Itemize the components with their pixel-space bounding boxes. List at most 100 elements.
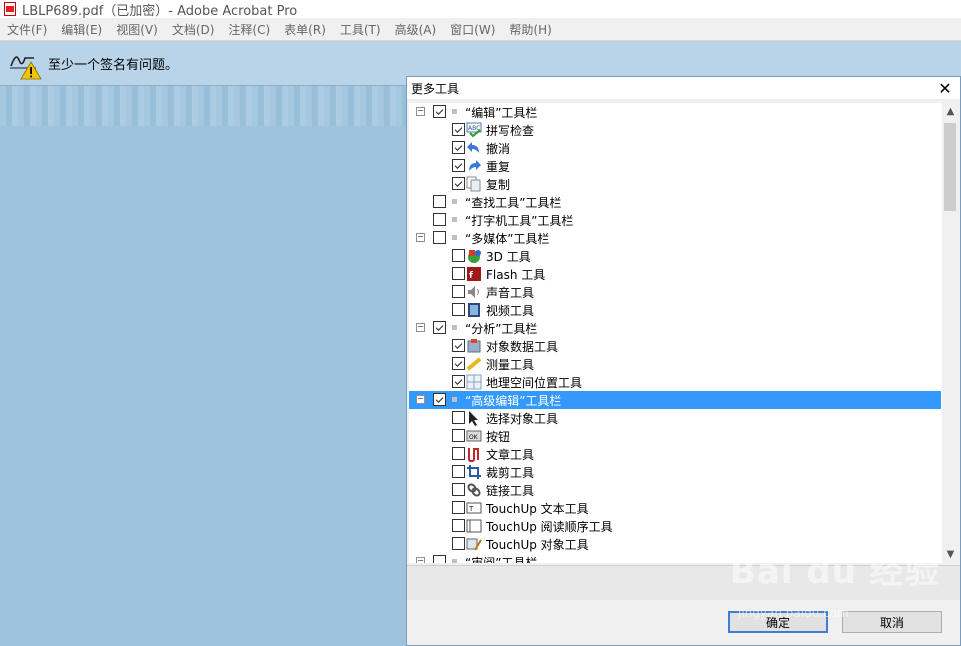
toolbar-group-row[interactable]: “打字机工具”工具栏 bbox=[409, 211, 941, 229]
tool-label: 视频工具 bbox=[486, 304, 535, 318]
touchup-text-icon: T bbox=[466, 500, 482, 516]
tool-row[interactable]: TouchUp 阅读顺序工具 bbox=[409, 517, 941, 535]
title-bar: LBLP689.pdf（已加密）- Adobe Acrobat Pro bbox=[0, 0, 961, 19]
select-object-icon bbox=[466, 410, 482, 426]
tool-row[interactable]: 视频工具 bbox=[409, 301, 941, 319]
tool-label: “高级编辑”工具栏 bbox=[465, 394, 562, 408]
collapse-icon[interactable]: − bbox=[416, 233, 425, 242]
tools-tree[interactable]: − “编辑”工具栏 ABC 拼写检查 撤消重复 复制 “查找工具”工具栏 “打字机工具”工具栏… bbox=[409, 103, 959, 563]
object-data-icon bbox=[466, 338, 482, 354]
tool-label: “查找工具”工具栏 bbox=[465, 196, 562, 210]
toolbar-group-row[interactable]: − “多媒体”工具栏 bbox=[409, 229, 941, 247]
tool-row[interactable]: 重复 bbox=[409, 157, 941, 175]
tool-checkbox[interactable] bbox=[452, 339, 465, 352]
flash-icon: f bbox=[466, 266, 482, 282]
toolbar-group-row[interactable]: − “分析”工具栏 bbox=[409, 319, 941, 337]
menu-bar: 文件(F) 编辑(E) 视图(V) 文档(D) 注释(C) 表单(R) 工具(T… bbox=[0, 18, 961, 41]
tool-checkbox[interactable] bbox=[452, 249, 465, 262]
collapse-icon[interactable]: − bbox=[416, 323, 425, 332]
menu-window[interactable]: 窗口(W) bbox=[443, 21, 502, 38]
tool-checkbox[interactable] bbox=[452, 429, 465, 442]
tool-checkbox[interactable] bbox=[452, 357, 465, 370]
tool-checkbox[interactable] bbox=[433, 555, 446, 563]
tool-label: 测量工具 bbox=[486, 358, 535, 372]
toolbar-group-row[interactable]: − “编辑”工具栏 bbox=[409, 103, 941, 121]
pdf-file-icon bbox=[4, 2, 16, 16]
menu-comments[interactable]: 注释(C) bbox=[221, 21, 277, 38]
tool-checkbox[interactable] bbox=[452, 465, 465, 478]
tool-row[interactable]: 链接工具 bbox=[409, 481, 941, 499]
tool-checkbox[interactable] bbox=[433, 393, 446, 406]
menu-tools[interactable]: 工具(T) bbox=[333, 21, 388, 38]
tool-label: 按钮 bbox=[486, 430, 511, 444]
scroll-down-arrow-icon[interactable]: ▼ bbox=[942, 546, 959, 563]
tool-row[interactable]: 裁剪工具 bbox=[409, 463, 941, 481]
menu-advanced[interactable]: 高级(A) bbox=[388, 21, 444, 38]
tool-checkbox[interactable] bbox=[433, 231, 446, 244]
dialog-header: 更多工具 ✕ bbox=[407, 77, 960, 100]
tool-row[interactable]: ABC 拼写检查 bbox=[409, 121, 941, 139]
tool-checkbox[interactable] bbox=[433, 213, 446, 226]
tool-checkbox[interactable] bbox=[452, 285, 465, 298]
tool-label: 文章工具 bbox=[486, 448, 535, 462]
article-icon bbox=[466, 446, 482, 462]
close-icon[interactable]: ✕ bbox=[934, 77, 956, 99]
cancel-button[interactable]: 取消 bbox=[842, 611, 942, 633]
tool-label: “多媒体”工具栏 bbox=[465, 232, 550, 246]
tool-row[interactable]: T TouchUp 文本工具 bbox=[409, 499, 941, 517]
tool-row[interactable]: 复制 bbox=[409, 175, 941, 193]
tool-row[interactable]: 地理空间位置工具 bbox=[409, 373, 941, 391]
scroll-thumb[interactable] bbox=[944, 123, 956, 211]
tool-checkbox[interactable] bbox=[452, 501, 465, 514]
menu-document[interactable]: 文档(D) bbox=[165, 21, 222, 38]
tool-checkbox[interactable] bbox=[433, 105, 446, 118]
tool-checkbox[interactable] bbox=[452, 159, 465, 172]
tool-row[interactable]: 对象数据工具 bbox=[409, 337, 941, 355]
redo-icon bbox=[466, 158, 482, 174]
tool-label: TouchUp 文本工具 bbox=[486, 502, 589, 516]
collapse-icon[interactable]: − bbox=[416, 395, 425, 404]
svg-text:T: T bbox=[468, 505, 474, 513]
toolbar-bullet-icon bbox=[452, 325, 457, 330]
menu-file[interactable]: 文件(F) bbox=[0, 21, 54, 38]
tool-checkbox[interactable] bbox=[452, 303, 465, 316]
tool-checkbox[interactable] bbox=[452, 447, 465, 460]
tool-row[interactable]: 测量工具 bbox=[409, 355, 941, 373]
tool-checkbox[interactable] bbox=[433, 321, 446, 334]
vertical-scrollbar[interactable]: ▲ ▼ bbox=[942, 103, 959, 563]
signature-warning-icon bbox=[8, 46, 42, 80]
tool-checkbox[interactable] bbox=[452, 267, 465, 280]
tool-label: 选择对象工具 bbox=[486, 412, 559, 426]
tool-checkbox[interactable] bbox=[452, 177, 465, 190]
tool-row[interactable]: OK 按钮 bbox=[409, 427, 941, 445]
tool-row[interactable]: 选择对象工具 bbox=[409, 409, 941, 427]
tool-checkbox[interactable] bbox=[452, 141, 465, 154]
tool-row[interactable]: f Flash 工具 bbox=[409, 265, 941, 283]
tool-label: 3D 工具 bbox=[486, 250, 531, 264]
tool-checkbox[interactable] bbox=[452, 519, 465, 532]
scroll-up-arrow-icon[interactable]: ▲ bbox=[942, 103, 959, 120]
toolbar-bullet-icon bbox=[452, 199, 457, 204]
tool-label: 裁剪工具 bbox=[486, 466, 535, 480]
tool-checkbox[interactable] bbox=[452, 375, 465, 388]
tool-checkbox[interactable] bbox=[452, 537, 465, 550]
tool-label: 重复 bbox=[486, 160, 511, 174]
tool-checkbox[interactable] bbox=[452, 411, 465, 424]
toolbar-group-row[interactable]: “查找工具”工具栏 bbox=[409, 193, 941, 211]
menu-forms[interactable]: 表单(R) bbox=[277, 21, 333, 38]
toolbar-group-row[interactable]: − “高级编辑”工具栏 bbox=[409, 391, 941, 409]
blurred-toolbar-area bbox=[0, 86, 406, 126]
tool-row[interactable]: 撤消 bbox=[409, 139, 941, 157]
tool-row[interactable]: 3D 工具 bbox=[409, 247, 941, 265]
geo-icon bbox=[466, 374, 482, 390]
tool-checkbox[interactable] bbox=[452, 123, 465, 136]
tool-row[interactable]: 文章工具 bbox=[409, 445, 941, 463]
menu-view[interactable]: 视图(V) bbox=[109, 21, 165, 38]
tool-checkbox[interactable] bbox=[433, 195, 446, 208]
tool-row[interactable]: 声音工具 bbox=[409, 283, 941, 301]
menu-help[interactable]: 帮助(H) bbox=[502, 21, 558, 38]
collapse-icon[interactable]: − bbox=[416, 107, 425, 116]
tool-checkbox[interactable] bbox=[452, 483, 465, 496]
collapse-icon[interactable]: − bbox=[416, 557, 425, 563]
menu-edit[interactable]: 编辑(E) bbox=[54, 21, 109, 38]
